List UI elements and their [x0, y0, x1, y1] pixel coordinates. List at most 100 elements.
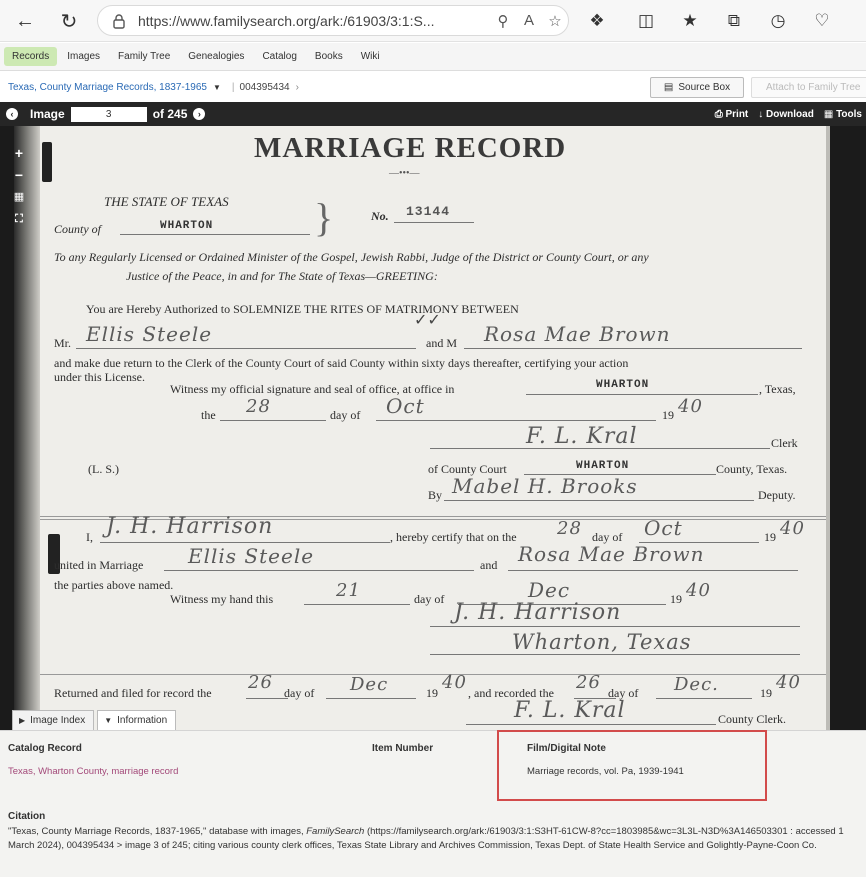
address-line-1: To any Regularly Licensed or Ordained Mi… — [54, 250, 649, 264]
zoom-icon[interactable]: ⚲ — [490, 12, 516, 30]
parties-label: the parties above named. — [54, 578, 174, 592]
state-heading: THE STATE OF TEXAS — [104, 194, 229, 209]
nav-genealogies[interactable]: Genealogies — [180, 47, 252, 66]
browser-toolbar: ← ↻ https://www.familysearch.org/ark:/61… — [0, 0, 866, 42]
tools-button[interactable]: ▦ Tools — [824, 109, 862, 120]
license-year: 40 — [678, 396, 703, 417]
back-arrow-icon[interactable]: ← — [10, 6, 40, 36]
image-number-input[interactable]: 3 — [70, 106, 147, 122]
clerk2-sig-line — [466, 724, 716, 725]
favorite-star-icon[interactable]: ☆ — [542, 12, 568, 30]
item-number-label: Item Number — [372, 743, 434, 754]
county-underline — [120, 234, 310, 235]
previous-image-icon[interactable]: ‹ — [6, 108, 18, 120]
clerk-signature-2: F. L. Kral — [514, 698, 626, 723]
collection-link[interactable]: Texas, County Marriage Records, 1837-196… — [8, 82, 207, 93]
record-number-underline — [394, 222, 474, 223]
tools-label: Tools — [836, 108, 862, 120]
deputy-sig-line — [444, 500, 754, 501]
the-label: the — [201, 408, 216, 422]
history-icon[interactable]: ◷ — [766, 9, 790, 33]
title-ornament: —•••— — [389, 168, 420, 179]
address-bar[interactable]: https://www.familysearch.org/ark:/61903/… — [97, 5, 569, 36]
record-image-viewer[interactable]: MARRIAGE RECORD —•••— THE STATE OF TEXAS… — [0, 126, 866, 730]
health-icon[interactable]: ♡ — [810, 9, 834, 33]
nav-records[interactable]: Records — [4, 47, 58, 66]
office-place: WHARTON — [596, 379, 650, 391]
caret-down-icon: ▼ — [104, 716, 113, 725]
image-total: of 245 — [152, 107, 188, 121]
catalog-record-link[interactable]: Texas, Wharton County, marriage record — [8, 766, 178, 777]
tab-information-label: Information — [117, 715, 168, 726]
zoom-in-icon[interactable]: + — [10, 142, 28, 164]
groom-name: Ellis Steele — [86, 322, 213, 346]
return-month: Dec — [528, 578, 571, 602]
year-prefix-2: 19 — [764, 530, 776, 544]
print-label: Print — [725, 108, 749, 120]
refresh-icon[interactable]: ↻ — [54, 6, 84, 36]
dropdown-caret-icon[interactable]: ▼ — [213, 83, 221, 92]
extensions-icon[interactable]: ❖ — [585, 9, 609, 33]
read-aloud-icon[interactable]: A — [516, 12, 542, 29]
favorites-icon[interactable]: ★ — [678, 9, 702, 33]
panel-tabs: ▶ Image Index ▼ Information — [0, 710, 177, 730]
tab-image-index[interactable]: ▶ Image Index — [12, 710, 95, 730]
day1-underline — [220, 420, 326, 421]
page-edge-right — [826, 126, 830, 730]
next-image-icon[interactable]: › — [193, 108, 206, 120]
officiant-place-line — [430, 654, 800, 655]
download-button[interactable]: ↓ Download — [758, 109, 814, 120]
marriage-month: Oct — [644, 516, 683, 540]
nav-images[interactable]: Images — [59, 47, 108, 66]
year-prefix-5: 19 — [760, 686, 772, 700]
grid-view-icon[interactable]: ▦ — [10, 186, 28, 208]
return-day: 21 — [336, 580, 361, 601]
catalog-record-label: Catalog Record — [8, 743, 82, 754]
download-icon: ↓ — [758, 108, 764, 120]
attach-label: Attach to Family Tree — [766, 82, 861, 93]
nav-catalog[interactable]: Catalog — [254, 47, 304, 66]
county-name: WHARTON — [160, 220, 214, 232]
tools-icon: ▦ — [823, 108, 834, 120]
marriage-year: 40 — [780, 518, 805, 539]
county-court-name: WHARTON — [576, 460, 630, 472]
day3-underline — [304, 604, 410, 605]
fullscreen-icon[interactable]: ⛶ — [10, 208, 28, 230]
seal-label: (L. S.) — [88, 462, 119, 476]
county-of-label: County of — [54, 222, 101, 236]
recorded-day: 26 — [576, 672, 601, 693]
certify-text: , hereby certify that on the — [390, 530, 517, 544]
checkmarks: ✓✓ — [414, 312, 441, 329]
groom-underline — [76, 348, 416, 349]
tab-information[interactable]: ▼ Information — [97, 710, 177, 730]
source-box-label: Source Box — [678, 82, 731, 93]
deputy-label: Deputy. — [758, 488, 796, 502]
nav-wiki[interactable]: Wiki — [353, 47, 388, 66]
record-number-label: No. — [371, 209, 389, 223]
return-line-2: under this License. — [54, 370, 145, 384]
url-text: https://www.familysearch.org/ark:/61903/… — [138, 12, 435, 29]
deputy-signature: Mabel H. Brooks — [452, 474, 638, 498]
zoom-controls: + − ▦ ⛶ — [10, 142, 28, 232]
nav-family-tree[interactable]: Family Tree — [110, 47, 178, 66]
source-box-icon: ▤ — [663, 82, 674, 93]
collections-icon[interactable]: ⧉ — [722, 9, 746, 33]
address-line-2: Justice of the Peace, in and for The Sta… — [126, 269, 438, 283]
divider: | — [231, 81, 235, 93]
record-number: 13144 — [406, 204, 451, 219]
chevron-right-icon[interactable]: › — [296, 82, 299, 93]
filed-month: Dec — [350, 674, 389, 695]
nav-books[interactable]: Books — [307, 47, 351, 66]
clerk-label: Clerk — [771, 436, 798, 450]
source-box-button[interactable]: ▤ Source Box — [650, 77, 744, 98]
marriage-day: 28 — [557, 518, 582, 539]
split-screen-icon[interactable]: ◫ — [634, 9, 658, 33]
filed-year: 40 — [442, 672, 467, 693]
officiant-signature: J. H. Harrison — [454, 600, 622, 625]
year-prefix-3: 19 — [670, 592, 682, 606]
print-button[interactable]: ⎙ Print — [715, 109, 749, 120]
document-title: MARRIAGE RECORD — [254, 132, 567, 164]
attach-to-tree-button[interactable]: Attach to Family Tree — [751, 77, 866, 98]
zoom-out-icon[interactable]: − — [10, 164, 28, 186]
officiant-place: Wharton, Texas — [512, 630, 692, 654]
